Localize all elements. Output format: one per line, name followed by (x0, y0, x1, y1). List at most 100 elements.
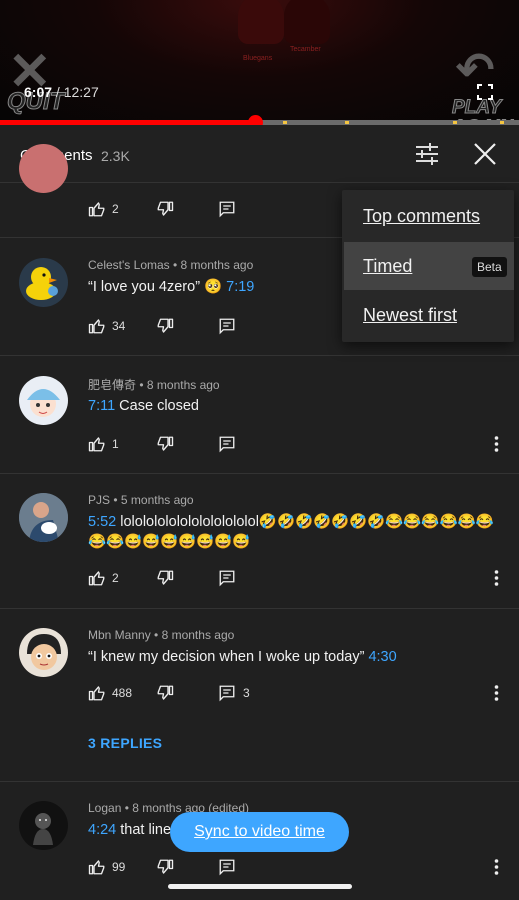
video-character-red (238, 0, 284, 44)
sync-to-video-time-button[interactable]: Sync to video time (170, 812, 349, 852)
comment-body: that line (116, 822, 172, 838)
comment-body: lolololololololololololol🤣🤣🤣🤣🤣🤣🤣😂😂😂😂😂😂😂😂… (88, 514, 494, 550)
reply-button[interactable]: 3 (218, 683, 250, 703)
thumbs-up-icon (88, 437, 105, 452)
like-count: 488 (112, 686, 133, 700)
fullscreen-icon[interactable] (477, 84, 493, 100)
comment-item: Mbn Manny • 8 months ago “I knew my deci… (0, 609, 519, 782)
video-name-tag-left: Bluegans (243, 55, 273, 62)
comment-age: 8 months ago (161, 628, 235, 642)
like-button[interactable]: 2 (88, 199, 119, 219)
comment-meta: Mbn Manny • 8 months ago (88, 628, 235, 642)
sort-filter-icon[interactable] (413, 141, 441, 167)
thumbs-down-icon (157, 685, 174, 700)
comment-text: “I knew my decision when I woke up today… (88, 647, 495, 667)
home-indicator[interactable] (168, 884, 352, 889)
avatar[interactable] (19, 376, 68, 425)
comment-item: PJS • 5 months ago 5:52 lolololololololo… (0, 474, 519, 609)
beta-badge: Beta (472, 257, 507, 277)
chapter-marker (500, 121, 504, 124)
comment-text: 5:52 lolololololololololololol🤣🤣🤣🤣🤣🤣🤣😂😂😂… (88, 512, 495, 552)
dislike-button[interactable] (156, 683, 174, 703)
comment-actions: 99 (88, 857, 508, 877)
comment-body: “I knew my decision when I woke up today… (88, 649, 369, 665)
video-player[interactable]: Bluegans Tecamber ✕ QUIT ↶ PLAY AGAIN 6:… (0, 0, 519, 122)
more-options-icon[interactable] (494, 570, 499, 586)
avatar[interactable] (19, 258, 68, 307)
chapter-marker (453, 121, 457, 124)
comment-item: 肥皂傳奇 • 8 months ago 7:11 Case closed 1 (0, 356, 519, 474)
thumbs-down-icon (157, 318, 174, 333)
thumbs-down-icon (157, 570, 174, 585)
time-display: 6:07 / 12:27 (24, 84, 99, 100)
thumbs-up-icon (88, 202, 105, 217)
video-name-tag-right: Tecamber (290, 46, 321, 53)
comment-author[interactable]: Logan (88, 801, 121, 815)
sort-option-newest-first[interactable]: Newest first (342, 291, 514, 339)
dislike-button[interactable] (156, 434, 174, 454)
reply-button[interactable] (218, 199, 236, 219)
close-icon[interactable] (472, 141, 498, 167)
avatar[interactable] (19, 493, 68, 542)
like-button[interactable]: 99 (88, 857, 125, 877)
comment-meta: 肥皂傳奇 • 8 months ago (88, 378, 220, 392)
reply-comment-icon (219, 436, 235, 453)
comment-author[interactable]: 肥皂傳奇 (88, 378, 136, 392)
comment-author[interactable]: PJS (88, 493, 110, 507)
comment-author[interactable]: Mbn Manny (88, 628, 151, 642)
like-button[interactable]: 488 (88, 683, 132, 703)
reply-button[interactable] (218, 316, 236, 336)
thumbs-down-icon (157, 859, 174, 874)
comments-count: 2.3K (101, 148, 130, 164)
reply-comment-icon (219, 318, 235, 335)
current-time: 6:07 (24, 84, 53, 100)
comment-actions: 1 (88, 434, 508, 454)
view-replies-link[interactable]: 3 REPLIES (88, 735, 162, 751)
like-button[interactable]: 34 (88, 316, 125, 336)
comment-meta: PJS • 5 months ago (88, 493, 194, 507)
dislike-button[interactable] (156, 316, 174, 336)
like-count: 99 (112, 860, 126, 874)
thumbs-up-icon (88, 686, 105, 701)
comment-body: “I love you 4zero” 🥺 (88, 279, 227, 295)
time-separator: / (52, 84, 64, 100)
avatar[interactable] (19, 801, 68, 850)
dislike-button[interactable] (156, 568, 174, 588)
dislike-button[interactable] (156, 199, 174, 219)
sort-option-label: Top comments (363, 206, 481, 226)
avatar[interactable] (19, 144, 68, 193)
timestamp-link[interactable]: 4:30 (368, 649, 396, 665)
reply-button[interactable] (218, 857, 236, 877)
thumbs-up-icon (88, 860, 105, 875)
more-options-icon[interactable] (494, 685, 499, 701)
timestamp-link[interactable]: 5:52 (88, 514, 116, 530)
more-options-icon[interactable] (494, 859, 499, 875)
like-count: 2 (112, 202, 119, 216)
reply-comment-icon (219, 859, 235, 876)
like-button[interactable]: 2 (88, 568, 119, 588)
comment-meta: Celest's Lomas • 8 months ago (88, 258, 254, 272)
thumbs-down-icon (157, 201, 174, 216)
comment-body: Case closed (115, 398, 199, 414)
timestamp-link[interactable]: 7:19 (226, 279, 254, 295)
thumbs-up-icon (88, 571, 105, 586)
comment-author[interactable]: Celest's Lomas (88, 258, 170, 272)
more-options-icon[interactable] (494, 436, 499, 452)
thumbs-down-icon (157, 436, 174, 451)
avatar[interactable] (19, 628, 68, 677)
video-character-dark (284, 0, 330, 44)
duration: 12:27 (63, 84, 99, 100)
play-again-overlay-text: PLAY AGAIN (452, 97, 514, 122)
like-count: 2 (112, 571, 119, 585)
like-button[interactable]: 1 (88, 434, 119, 454)
timestamp-link[interactable]: 7:11 (88, 398, 115, 414)
reply-button[interactable] (218, 568, 236, 588)
reply-button[interactable] (218, 434, 236, 454)
comment-age: 8 months ago (146, 378, 220, 392)
chapter-marker (345, 121, 349, 124)
timestamp-link[interactable]: 4:24 (88, 822, 116, 838)
dislike-button[interactable] (156, 857, 174, 877)
sort-option-top-comments[interactable]: Top comments (342, 192, 514, 240)
reply-comment-icon (219, 201, 235, 218)
reply-comment-icon (219, 570, 235, 587)
